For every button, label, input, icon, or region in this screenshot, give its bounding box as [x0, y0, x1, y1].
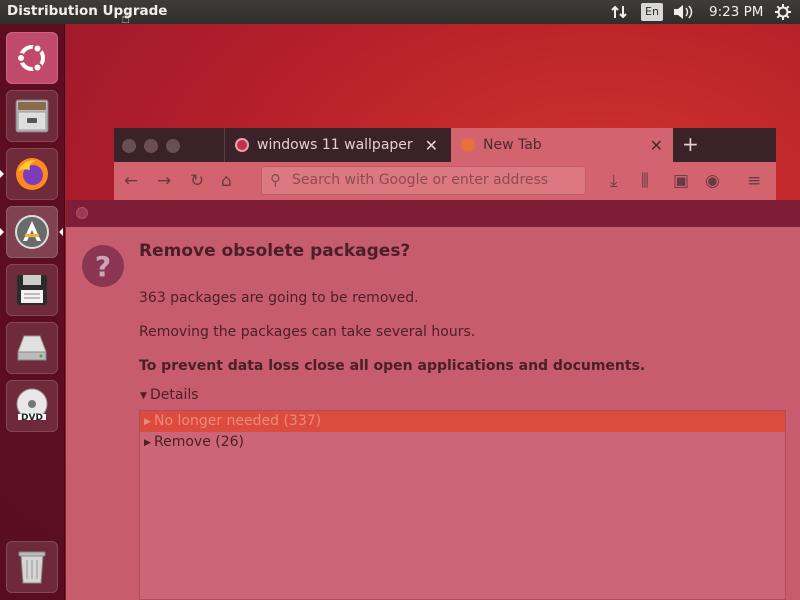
- tab-windows-wallpaper[interactable]: windows 11 wallpaper ✕: [224, 128, 448, 162]
- app-title[interactable]: Distribution Upgrade: [7, 3, 167, 19]
- tab-favicon-icon: [235, 138, 249, 152]
- volume-icon[interactable]: [673, 3, 693, 21]
- window-close-button[interactable]: [122, 139, 136, 153]
- window-maximize-button[interactable]: [166, 139, 180, 153]
- tab-label: New Tab: [483, 137, 542, 153]
- menu-icon[interactable]: ≡: [747, 171, 761, 191]
- address-placeholder: Search with Google or enter address: [292, 172, 549, 188]
- question-icon: ?: [82, 245, 124, 287]
- tab-label: windows 11 wallpaper: [257, 137, 413, 153]
- ubuntu-dash-icon[interactable]: [6, 32, 58, 84]
- search-icon: ⚲: [270, 171, 281, 189]
- reload-icon[interactable]: ↻: [190, 171, 204, 191]
- new-tab-plus-icon[interactable]: +: [682, 132, 699, 156]
- sidebar-icon[interactable]: ▣: [673, 171, 689, 191]
- collapsed-triangle-icon[interactable]: ▶: [144, 412, 154, 433]
- gear-icon[interactable]: [775, 3, 791, 21]
- remove-packages-dialog: ? Remove obsolete packages? 363 packages…: [66, 227, 800, 600]
- running-indicator: [0, 170, 4, 178]
- tab-new-tab[interactable]: New Tab ✕: [451, 128, 673, 162]
- firefox-favicon-icon: [461, 138, 475, 152]
- running-indicator: [0, 228, 4, 236]
- list-item[interactable]: ▶ No longer needed (337): [140, 411, 785, 432]
- software-updater-icon[interactable]: [6, 206, 58, 258]
- dialog-close-button[interactable]: [76, 207, 88, 219]
- warning-text: To prevent data loss close all open appl…: [139, 358, 646, 374]
- firefox-icon[interactable]: [6, 148, 58, 200]
- top-panel: Distribution Upgrade ☝ En 9:23 PM: [0, 0, 800, 27]
- trash-icon[interactable]: [6, 541, 58, 593]
- launcher: DVD: [0, 24, 65, 600]
- files-icon[interactable]: [6, 90, 58, 142]
- keyboard-language-indicator[interactable]: En: [641, 3, 663, 21]
- mouse-pointer-icon: ☝: [121, 9, 131, 27]
- list-item[interactable]: ▶ Remove (26): [140, 432, 785, 453]
- package-count-text: 363 packages are going to be removed.: [139, 290, 419, 306]
- network-icon[interactable]: [611, 3, 627, 21]
- address-bar[interactable]: ⚲ Search with Google or enter address: [261, 166, 586, 195]
- expanded-triangle-icon: ▼: [140, 391, 147, 401]
- navigation-toolbar: ← → ↻ ⌂ ⚲ Search with Google or enter ad…: [114, 162, 776, 200]
- row-label: No longer needed (337): [154, 413, 322, 429]
- back-arrow-icon[interactable]: ←: [124, 171, 138, 191]
- focus-indicator: [59, 228, 63, 236]
- forward-arrow-icon[interactable]: →: [157, 171, 171, 191]
- downloads-icon[interactable]: ⤓: [610, 171, 618, 191]
- clock[interactable]: 9:23 PM: [709, 3, 763, 21]
- details-label: Details: [150, 387, 199, 403]
- dvd-icon[interactable]: DVD: [6, 380, 58, 432]
- collapsed-triangle-icon[interactable]: ▶: [144, 433, 154, 454]
- duration-text: Removing the packages can take several h…: [139, 324, 476, 340]
- library-icon[interactable]: ⫼: [641, 171, 649, 191]
- dialog-titlebar: [66, 200, 800, 227]
- home-icon[interactable]: ⌂: [221, 171, 232, 191]
- close-tab-icon[interactable]: ✕: [650, 136, 663, 155]
- tab-bar: windows 11 wallpaper ✕ New Tab ✕ +: [114, 128, 776, 162]
- dialog-heading: Remove obsolete packages?: [139, 241, 411, 261]
- close-tab-icon[interactable]: ✕: [425, 136, 438, 155]
- details-expander[interactable]: ▼ Details: [140, 387, 199, 403]
- row-label: Remove (26): [154, 434, 245, 450]
- account-icon[interactable]: ◉: [705, 171, 720, 191]
- package-tree-list[interactable]: ▶ No longer needed (337) ▶ Remove (26): [139, 410, 786, 600]
- firefox-window: windows 11 wallpaper ✕ New Tab ✕ + ← → ↻…: [114, 128, 776, 200]
- hard-disk-icon[interactable]: [6, 322, 58, 374]
- floppy-disk-icon[interactable]: [6, 264, 58, 316]
- window-minimize-button[interactable]: [144, 139, 158, 153]
- svg-text:DVD: DVD: [21, 413, 43, 423]
